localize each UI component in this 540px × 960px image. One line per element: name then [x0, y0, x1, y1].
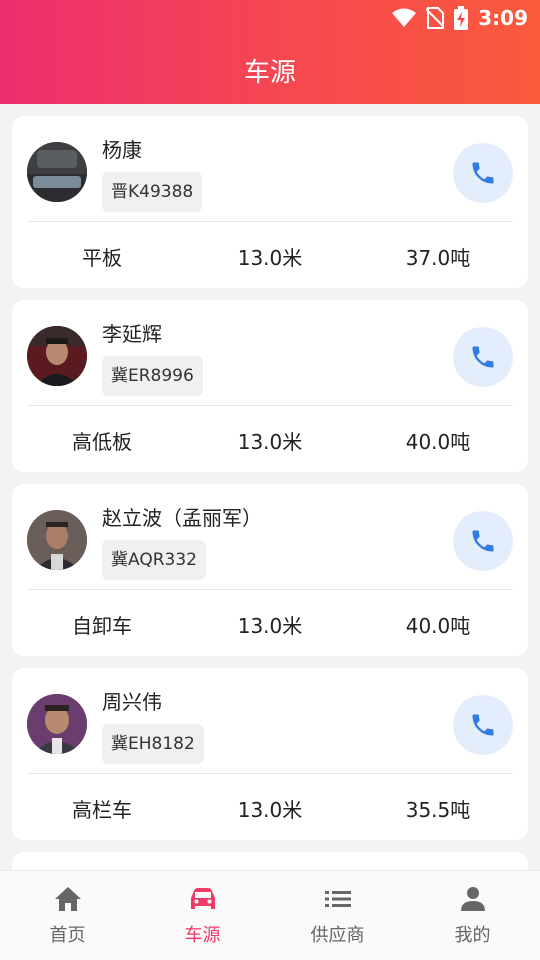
driver-name: 赵立波（孟丽军） — [102, 506, 262, 530]
vehicle-load: 40.0吨 — [405, 430, 471, 454]
status-time: 3:09 — [478, 6, 528, 30]
avatar — [27, 694, 87, 754]
status-bar: 3:09 — [392, 4, 528, 32]
tab-suppliers[interactable]: 供应商 — [270, 871, 405, 960]
avatar — [27, 142, 87, 202]
plate-badge: 冀EH8182 — [102, 724, 204, 764]
driver-name: 李延辉 — [102, 322, 162, 346]
vehicle-list[interactable]: 杨康 晋K49388 平板 13.0米 37.0吨 李延辉 冀ER8996 高低… — [0, 104, 540, 870]
vehicle-length: 13.0米 — [237, 798, 303, 822]
list-icon — [324, 891, 351, 907]
battery-charging-icon — [454, 6, 469, 30]
vehicle-type: 自卸车 — [72, 614, 132, 638]
vehicle-load: 37.0吨 — [405, 246, 471, 270]
phone-icon — [472, 162, 494, 184]
divider — [27, 589, 513, 590]
vehicle-type: 高栏车 — [72, 798, 132, 822]
call-button[interactable] — [453, 511, 513, 571]
vehicle-load: 40.0吨 — [405, 614, 471, 638]
vehicle-card[interactable]: 周兴伟 冀EH8182 高栏车 13.0米 35.5吨 — [12, 668, 528, 840]
driver-name: 周兴伟 — [102, 690, 162, 714]
tab-home[interactable]: 首页 — [0, 871, 135, 960]
tab-label: 供应商 — [310, 925, 365, 946]
divider — [27, 405, 513, 406]
person-icon — [460, 887, 485, 911]
vehicle-length: 13.0米 — [237, 614, 303, 638]
top-header: 3:09 车源 — [0, 0, 540, 104]
vehicle-type: 平板 — [82, 246, 122, 270]
driver-name: 杨康 — [102, 138, 142, 162]
wifi-icon — [392, 8, 417, 27]
vehicle-card[interactable]: 赵立波（孟丽军） 冀AQR332 自卸车 13.0米 40.0吨 — [12, 484, 528, 656]
no-sim-icon — [426, 7, 445, 29]
vehicle-length: 13.0米 — [237, 430, 303, 454]
vehicle-card[interactable]: 杨康 晋K49388 平板 13.0米 37.0吨 — [12, 116, 528, 288]
home-icon — [54, 887, 81, 911]
bottom-tab-bar: 首页 车源 供应商 我的 — [0, 870, 540, 960]
tab-label: 首页 — [49, 925, 86, 946]
avatar — [27, 326, 87, 386]
phone-icon — [472, 714, 494, 736]
divider — [27, 773, 513, 774]
avatar — [27, 510, 87, 570]
vehicle-load: 35.5吨 — [405, 798, 471, 822]
call-button[interactable] — [453, 143, 513, 203]
car-icon — [190, 888, 215, 909]
phone-icon — [472, 346, 494, 368]
vehicle-type: 高低板 — [72, 430, 132, 454]
page-title: 车源 — [243, 58, 296, 88]
plate-badge: 冀AQR332 — [102, 540, 206, 580]
vehicle-card[interactable]: 李延辉 冀ER8996 高低板 13.0米 40.0吨 — [12, 300, 528, 472]
tab-label: 车源 — [184, 925, 221, 946]
divider — [27, 221, 513, 222]
plate-badge: 冀ER8996 — [102, 356, 203, 396]
call-button[interactable] — [453, 327, 513, 387]
tab-label: 我的 — [454, 925, 491, 946]
call-button[interactable] — [453, 695, 513, 755]
phone-icon — [472, 530, 494, 552]
vehicle-card-partial[interactable] — [12, 852, 528, 870]
tab-vehicles[interactable]: 车源 — [135, 871, 270, 960]
vehicle-length: 13.0米 — [237, 246, 303, 270]
plate-badge: 晋K49388 — [102, 172, 203, 212]
tab-mine[interactable]: 我的 — [405, 871, 540, 960]
